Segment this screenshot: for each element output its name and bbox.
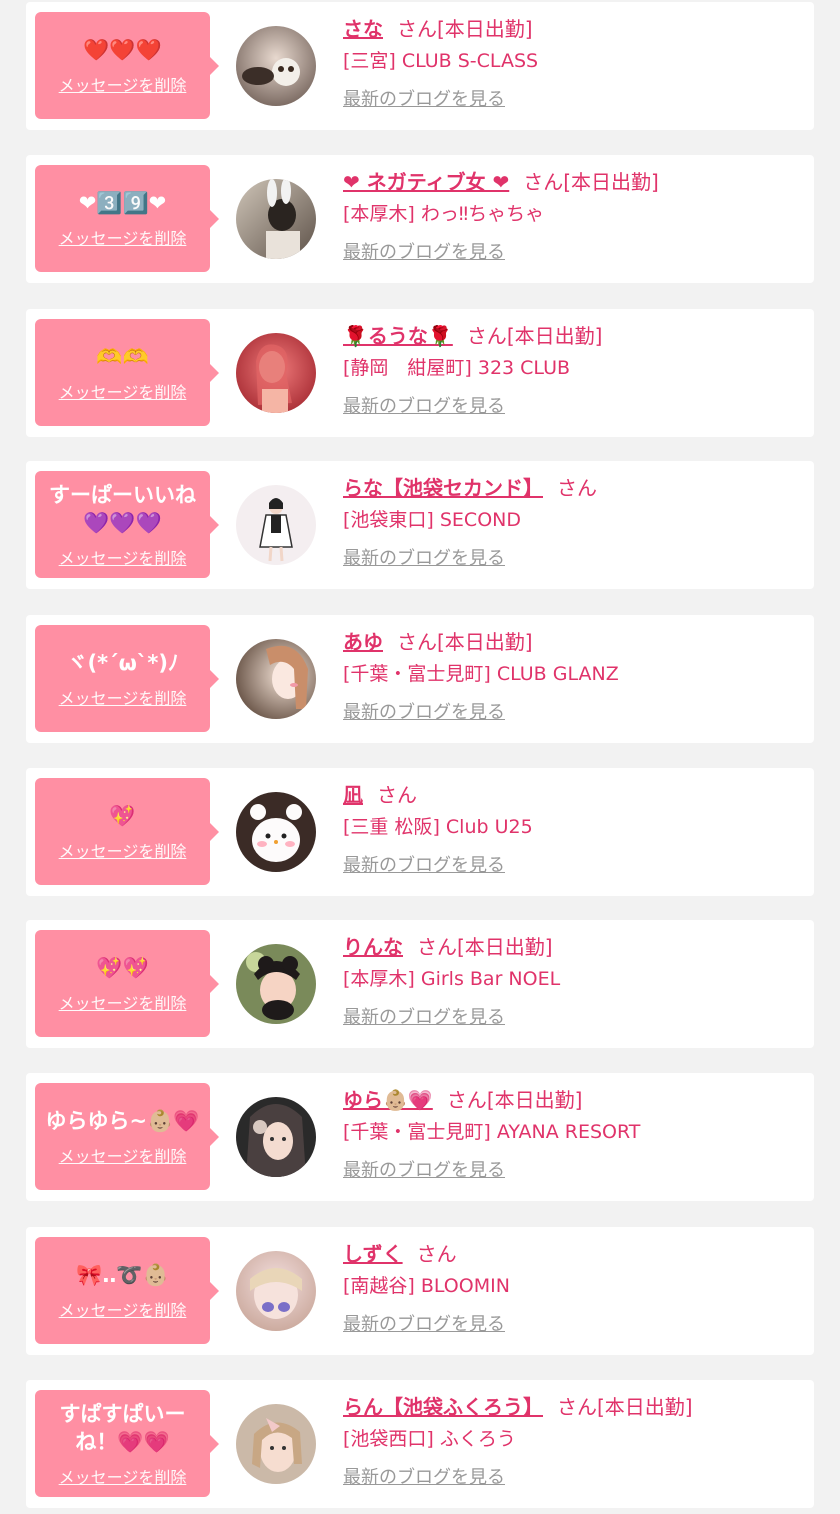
cast-name-link[interactable]: あゆ (343, 630, 383, 654)
message-bubble: 💖💖 メッセージを削除 (35, 930, 219, 1037)
list-item: すぱすぱいーね！💗💗 メッセージを削除 らん【池袋ふくろう】 さん[本日出勤] [… (26, 1380, 814, 1508)
message-text: 🫶🫶 (96, 344, 149, 369)
blog-link[interactable]: 最新のブログを見る (343, 1465, 505, 1491)
avatar[interactable] (236, 179, 316, 259)
honorific: さん (466, 324, 507, 348)
cast-name-link[interactable]: ゆら👶🏼💗 (343, 1088, 433, 1112)
list-item: 🫶🫶 メッセージを削除 🌹るうな🌹 さん[本日出勤] [静岡 紺屋町] 323 C… (26, 309, 814, 437)
message-bubble: すーぱーいいね💜💜💜 メッセージを削除 (35, 471, 219, 578)
message-bubble: ヾ(*´ω`*)ﾉ メッセージを削除 (35, 625, 219, 732)
list-item: 💖💖 メッセージを削除 りんな さん[本日出勤] [本厚木] Girls Bar … (26, 920, 814, 1048)
blog-link[interactable]: 最新のブログを見る (343, 394, 505, 420)
status-text: [本日出勤] (486, 1088, 583, 1112)
message-text: すーぱーいいね💜💜💜 (49, 482, 196, 535)
honorific: さん (397, 17, 437, 41)
delete-message-link[interactable]: メッセージを削除 (59, 990, 187, 1014)
shop-name: [本厚木] Girls Bar NOEL (343, 968, 561, 990)
shop-name: [南越谷] BLOOMIN (343, 1275, 510, 1297)
delete-message-link[interactable]: メッセージを削除 (59, 1143, 187, 1167)
blog-link[interactable]: 最新のブログを見る (343, 1312, 505, 1338)
list-item: 🎀‥➰👶🏼 メッセージを削除 しずく さん [南越谷] BLOOMIN 最新のブロ… (26, 1227, 814, 1355)
shop-name: [千葉・富士見町] AYANA RESORT (343, 1121, 641, 1143)
avatar[interactable] (236, 639, 316, 719)
blog-link[interactable]: 最新のブログを見る (343, 700, 505, 726)
cast-name-link[interactable]: らな【池袋セカンド】 (343, 476, 543, 500)
cast-name-link[interactable]: ❤︎ ネガティブ女 ❤︎ (343, 170, 509, 194)
message-bubble: 🎀‥➰👶🏼 メッセージを削除 (35, 1237, 219, 1344)
message-text: ゆらゆら~👶🏼💗 (45, 1108, 200, 1133)
status-text: [本日出勤] (563, 170, 659, 194)
message-list: ❤️❤️❤️ メッセージを削除 さな さん[本日出勤] [三宮] CLUB S-C… (0, 0, 840, 1514)
message-bubble: ❤️❤️❤️ メッセージを削除 (35, 12, 219, 119)
status-text: [本日出勤] (437, 17, 533, 41)
honorific: さん (416, 1242, 457, 1266)
avatar[interactable] (236, 1097, 316, 1177)
cast-name-link[interactable]: らん【池袋ふくろう】 (343, 1395, 543, 1419)
avatar[interactable] (236, 26, 316, 106)
list-item: すーぱーいいね💜💜💜 メッセージを削除 らな【池袋セカンド】 さん [池袋東口] … (26, 461, 814, 589)
shop-name: [静岡 紺屋町] 323 CLUB (343, 357, 571, 379)
cast-name-link[interactable]: 🌹るうな🌹 (343, 324, 453, 348)
list-item: 💖 メッセージを削除 凪さん [三重 松阪] Club U25 最新のブログを見… (26, 768, 814, 896)
message-bubble: すぱすぱいーね！💗💗 メッセージを削除 (35, 1390, 219, 1497)
delete-message-link[interactable]: メッセージを削除 (59, 1464, 187, 1488)
delete-message-link[interactable]: メッセージを削除 (59, 225, 187, 249)
honorific: さん (377, 783, 417, 807)
shop-name: [池袋西口] ふくろう (343, 1428, 516, 1450)
status-text: [本日出勤] (597, 1395, 693, 1419)
honorific: さん (417, 935, 457, 959)
cast-name-link[interactable]: 凪 (343, 783, 363, 807)
status-text: [本日出勤] (457, 935, 553, 959)
blog-link[interactable]: 最新のブログを見る (343, 853, 505, 879)
list-item: ❤️❤️❤️ メッセージを削除 さな さん[本日出勤] [三宮] CLUB S-C… (26, 2, 814, 130)
delete-message-link[interactable]: メッセージを削除 (59, 1297, 187, 1321)
message-text: 💖 (109, 803, 136, 828)
honorific: さん (557, 1395, 597, 1419)
message-text: 💖💖 (96, 955, 149, 980)
honorific: さん (397, 630, 437, 654)
delete-message-link[interactable]: メッセージを削除 (59, 685, 187, 709)
message-text: 🎀‥➰👶🏼 (76, 1262, 169, 1287)
status-text: [本日出勤] (437, 630, 533, 654)
shop-name: [池袋東口] SECOND (343, 509, 521, 531)
delete-message-link[interactable]: メッセージを削除 (59, 72, 187, 96)
avatar[interactable] (236, 1251, 316, 1331)
message-text: ❤️❤️❤️ (83, 37, 162, 62)
delete-message-link[interactable]: メッセージを削除 (59, 838, 187, 862)
list-item: ❤︎3️⃣9️⃣❤︎ メッセージを削除 ❤︎ ネガティブ女 ❤︎ さん[本日出勤]… (26, 155, 814, 283)
list-item: ゆらゆら~👶🏼💗 メッセージを削除 ゆら👶🏼💗 さん[本日出勤] [千葉・富士見町… (26, 1073, 814, 1201)
status-text: [本日出勤] (506, 324, 603, 348)
shop-name: [三宮] CLUB S-CLASS (343, 50, 539, 72)
avatar[interactable] (236, 485, 316, 565)
delete-message-link[interactable]: メッセージを削除 (59, 545, 187, 569)
blog-link[interactable]: 最新のブログを見る (343, 87, 505, 113)
list-item: ヾ(*´ω`*)ﾉ メッセージを削除 あゆ さん[本日出勤] [千葉・富士見町] … (26, 615, 814, 743)
delete-message-link[interactable]: メッセージを削除 (59, 379, 187, 403)
avatar[interactable] (236, 333, 316, 413)
honorific: さん (446, 1088, 487, 1112)
message-text: ❤︎3️⃣9️⃣❤︎ (78, 190, 167, 215)
cast-name-link[interactable]: さな (343, 17, 383, 41)
blog-link[interactable]: 最新のブログを見る (343, 1005, 505, 1031)
blog-link[interactable]: 最新のブログを見る (343, 240, 505, 266)
message-bubble: ❤︎3️⃣9️⃣❤︎ メッセージを削除 (35, 165, 219, 272)
blog-link[interactable]: 最新のブログを見る (343, 1158, 505, 1184)
message-text: すぱすぱいーね！💗💗 (59, 1401, 186, 1454)
honorific: さん (557, 476, 597, 500)
shop-name: [三重 松阪] Club U25 (343, 816, 533, 838)
cast-name-link[interactable]: りんな (343, 935, 403, 959)
shop-name: [千葉・富士見町] CLUB GLANZ (343, 663, 619, 685)
shop-name: [本厚木] わっ‼ちゃちゃ (343, 203, 545, 225)
cast-name-link[interactable]: しずく (343, 1242, 403, 1266)
honorific: さん (523, 170, 564, 194)
message-text: ヾ(*´ω`*)ﾉ (66, 650, 179, 675)
message-bubble: 💖 メッセージを削除 (35, 778, 219, 885)
message-bubble: ゆらゆら~👶🏼💗 メッセージを削除 (35, 1083, 219, 1190)
avatar[interactable] (236, 792, 316, 872)
blog-link[interactable]: 最新のブログを見る (343, 546, 505, 572)
message-bubble: 🫶🫶 メッセージを削除 (35, 319, 219, 426)
avatar[interactable] (236, 944, 316, 1024)
avatar[interactable] (236, 1404, 316, 1484)
